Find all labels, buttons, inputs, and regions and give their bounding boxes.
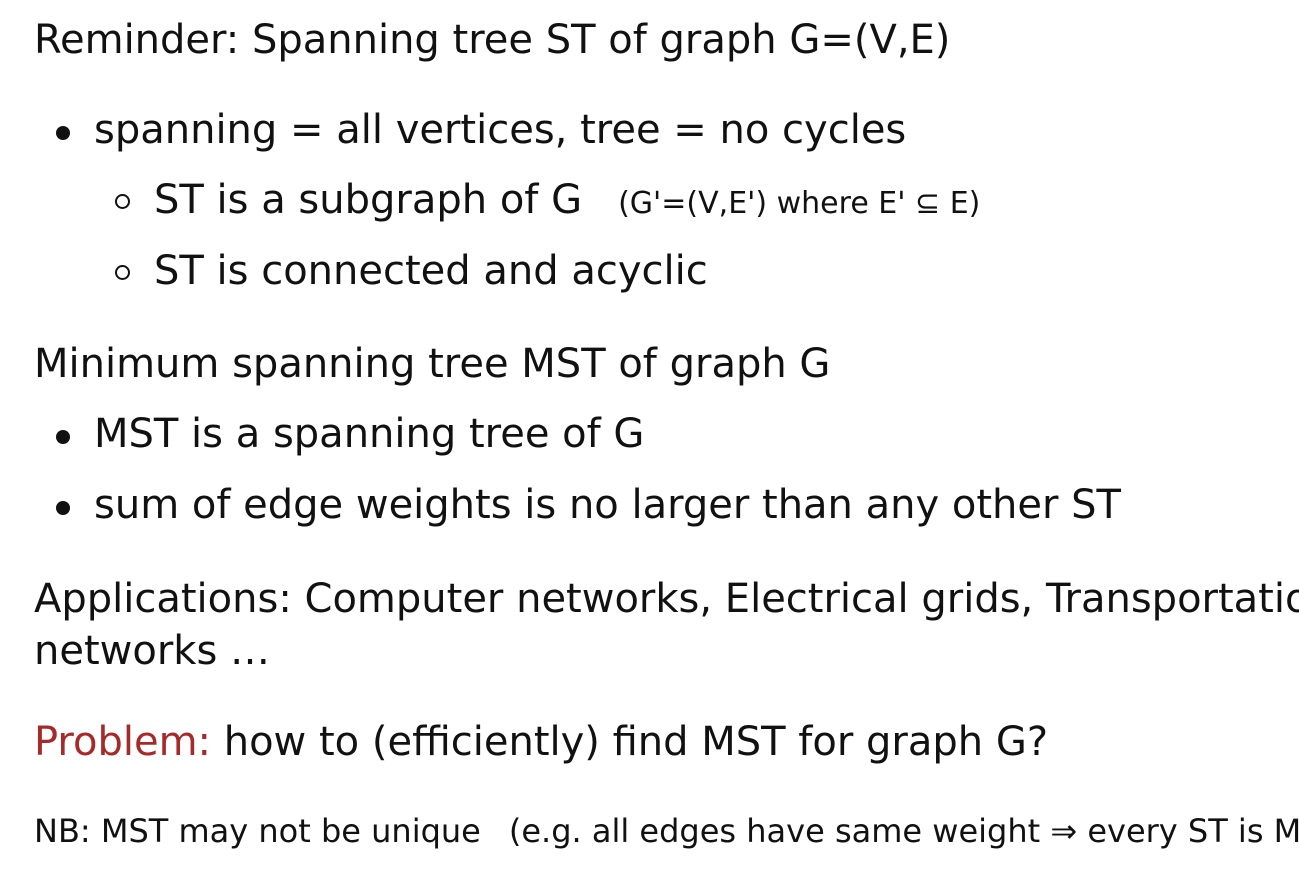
note-mst-not-unique: NB: MST may not be unique (e.g. all edges… (34, 815, 1299, 847)
problem-text: how to (efficiently) find MST for graph … (223, 719, 1049, 765)
sub-bullet-subgraph-text: ST is a subgraph of G (154, 177, 583, 223)
bullet-dot (56, 430, 70, 444)
bullet-dot (56, 126, 70, 140)
sub-bullet-subgraph: ST is a subgraph of G (G'=(V,E') where E'… (154, 180, 980, 220)
bullet-mst-is-spanning-tree: MST is a spanning tree of G (94, 411, 645, 457)
bullet-dot (56, 501, 70, 515)
problem-label: Problem: (34, 719, 212, 765)
note-main: NB: MST may not be unique (34, 812, 481, 850)
applications-line-1: Applications: Computer networks, Electri… (34, 576, 1299, 622)
sub-bullet-ring (115, 194, 130, 209)
heading-reminder: Reminder: Spanning tree ST of graph G=(V… (34, 17, 951, 63)
note-aside: (e.g. all edges have same weight ⇒ every… (508, 812, 1299, 850)
bullet-sum-edge-weights: sum of edge weights is no larger than an… (94, 482, 1121, 528)
bullet-spanning-definition: spanning = all vertices, tree = no cycle… (94, 107, 907, 153)
sub-bullet-subgraph-note: (G'=(V,E') where E' ⊆ E) (618, 186, 981, 221)
sub-bullet-connected-acyclic: ST is connected and acyclic (154, 248, 708, 294)
heading-mst: Minimum spanning tree MST of graph G (34, 341, 831, 387)
problem-statement: Problem: how to (efficiently) find MST f… (34, 722, 1048, 762)
sub-bullet-ring (115, 265, 130, 280)
applications-line-2: networks … (34, 628, 270, 674)
